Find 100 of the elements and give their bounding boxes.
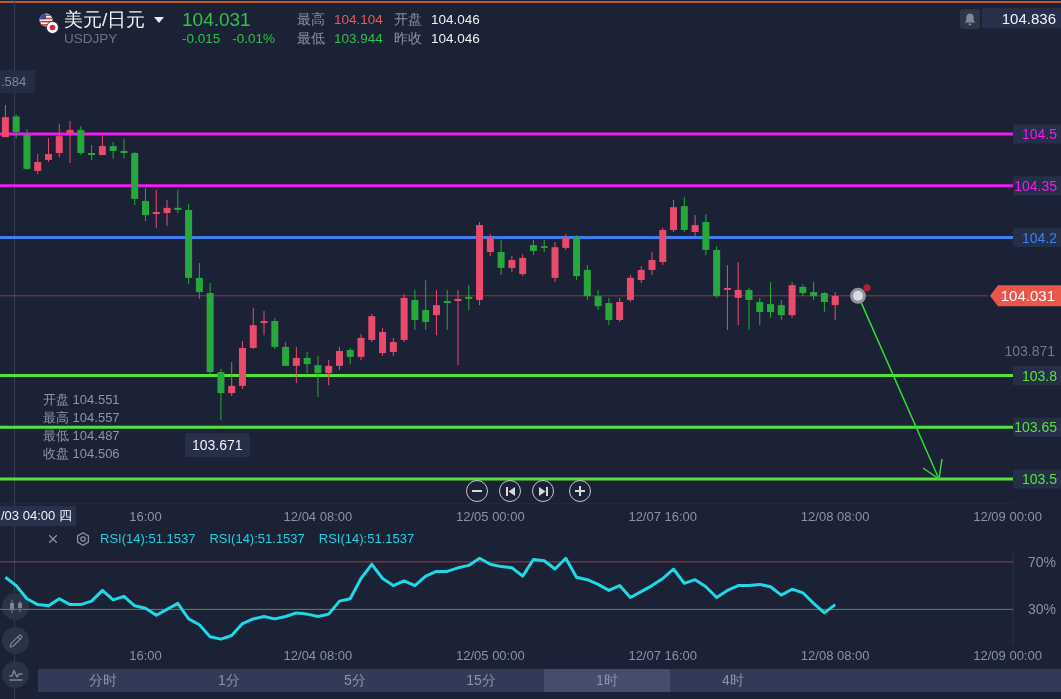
pencil-icon [8, 633, 23, 648]
price-line-label: 103.65 [1013, 417, 1061, 437]
alert-button[interactable] [960, 9, 980, 29]
horizontal-price-line[interactable] [0, 184, 1013, 188]
time-label: 12/04 08:00 [283, 648, 353, 663]
time-label: 12/04 08:00 [283, 508, 353, 524]
candle [260, 310, 268, 336]
time-label: 12/05 00:00 [456, 648, 525, 663]
candle [292, 346, 300, 384]
candle [368, 313, 376, 343]
y-tick-label: 104.2 [1021, 229, 1058, 246]
candle [325, 359, 333, 386]
y-tick-label: 104.836 [1001, 9, 1056, 27]
dot-icon [863, 284, 871, 292]
candle [389, 337, 397, 357]
rsi-value-text: RSI(14):51.1537 [100, 531, 196, 547]
candle [788, 281, 796, 319]
draw-button[interactable] [2, 627, 29, 654]
candle [109, 141, 117, 160]
candle [411, 289, 419, 331]
candle [152, 189, 160, 229]
price-change: -0.015 [182, 31, 221, 47]
candle [616, 297, 624, 323]
stat-value: 104.046 [431, 30, 480, 48]
candle [357, 333, 365, 361]
candle [66, 120, 74, 164]
candle [88, 144, 96, 161]
skip-forward-icon [538, 486, 548, 496]
candle [131, 151, 139, 206]
price-axis-label: 104.836 [982, 8, 1061, 29]
candle [723, 264, 731, 331]
candle [335, 346, 343, 371]
candle [443, 289, 451, 331]
candle [551, 241, 559, 283]
indicator-button[interactable] [2, 661, 29, 688]
price-line-label: 104.5 [1013, 124, 1061, 144]
time-label: 12/05 00:00 [456, 508, 525, 524]
candle [680, 196, 688, 233]
candle [346, 347, 354, 365]
stat-label: 最低 [297, 30, 326, 48]
candle [756, 297, 764, 326]
candle [831, 291, 839, 321]
ohlc-value-text: 最高 104.557 [43, 411, 120, 425]
pair-title[interactable]: 美元/日元 [64, 9, 146, 31]
price-line-label: 104.35 [1013, 176, 1061, 196]
candle [583, 264, 591, 301]
price-line-label: 103.8 [1013, 366, 1061, 385]
candle [670, 199, 678, 233]
candle [55, 123, 63, 158]
candle [23, 128, 31, 171]
ohlc-value-text: 收盘 104.506 [43, 447, 120, 461]
candle [626, 274, 634, 303]
candle [249, 307, 257, 350]
candle [745, 287, 753, 331]
candle [465, 284, 473, 311]
candle [422, 279, 430, 331]
settings-button[interactable] [76, 532, 90, 546]
caret-icon[interactable] [154, 17, 165, 23]
y-tick-label: 104.5 [1021, 126, 1058, 143]
candle [271, 317, 279, 350]
candle [303, 351, 311, 374]
candle [497, 239, 505, 276]
period-tab[interactable]: 1时 [544, 669, 670, 692]
axis-label: 70% [1027, 553, 1056, 570]
candle [34, 153, 42, 175]
candle [519, 253, 527, 277]
candle [810, 281, 818, 301]
line-chart-icon [8, 668, 23, 681]
stat-value: 103.944 [334, 30, 384, 48]
candle [605, 297, 613, 326]
ohlc-value-text: 开盘 104.551 [43, 393, 120, 407]
y-tick-label: 104.031 [1000, 287, 1055, 305]
stat-label: 最高 [297, 11, 326, 29]
last-price: 104.031 [182, 9, 252, 31]
candle [228, 361, 236, 397]
close-button[interactable] [46, 532, 60, 546]
time-label: 12/07 16:00 [628, 508, 698, 524]
candle [486, 233, 494, 257]
y-tick-label: 103.8 [1021, 367, 1058, 384]
candle [379, 327, 387, 357]
candle [648, 251, 656, 276]
candle [540, 239, 548, 253]
close-icon [46, 532, 60, 546]
y-tick-label: 103.5 [1021, 471, 1058, 488]
candle [98, 135, 106, 156]
candle [594, 289, 602, 311]
candle [217, 368, 225, 421]
candle [195, 262, 203, 300]
circle-handle-icon[interactable] [850, 287, 866, 304]
candle [142, 187, 149, 222]
candle [314, 355, 322, 398]
time-label: 16:00 [129, 508, 162, 524]
stat-label: 开盘 [394, 11, 423, 29]
ohlc-value-text: 最低 104.487 [43, 429, 120, 443]
candle [282, 341, 290, 367]
price-axis-label: 103.871 [1004, 343, 1055, 359]
stat-label: 昨收 [394, 30, 423, 48]
candle [637, 265, 645, 284]
time-label: 12/09 00:00 [973, 508, 1042, 524]
horizontal-price-line[interactable] [0, 425, 1013, 429]
